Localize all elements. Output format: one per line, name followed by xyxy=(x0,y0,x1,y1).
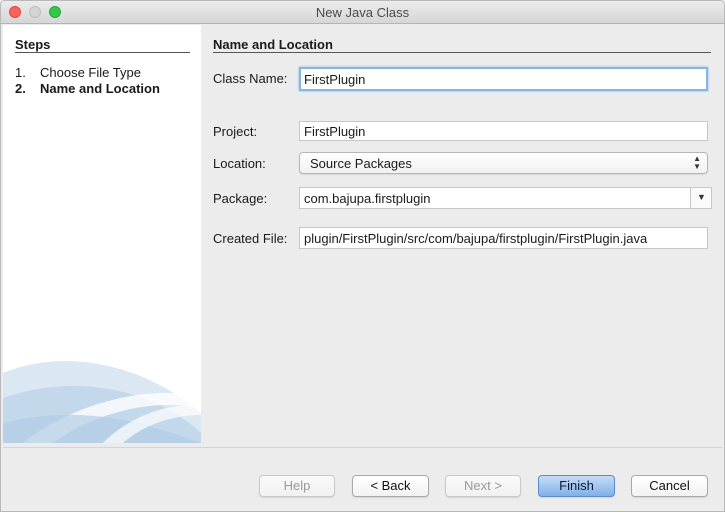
package-value: com.bajupa.firstplugin xyxy=(304,191,431,206)
class-name-input[interactable]: FirstPlugin xyxy=(299,67,708,91)
cancel-button[interactable]: Cancel xyxy=(631,475,708,497)
package-dropdown-button[interactable]: ▼ xyxy=(690,188,711,208)
project-field: FirstPlugin xyxy=(299,121,708,141)
step-name-and-location: 2. Name and Location xyxy=(15,81,160,96)
package-combobox[interactable]: com.bajupa.firstplugin ▼ xyxy=(299,187,712,209)
step-number: 1. xyxy=(15,65,26,80)
title-bar: New Java Class xyxy=(1,1,724,24)
steps-divider xyxy=(15,52,190,53)
package-label: Package: xyxy=(213,191,268,206)
up-down-arrows-icon: ▲ ▼ xyxy=(693,154,701,171)
window-title: New Java Class xyxy=(315,5,410,20)
location-label: Location: xyxy=(213,156,266,171)
project-label: Project: xyxy=(213,124,258,139)
section-title: Name and Location xyxy=(213,37,333,52)
step-label: Name and Location xyxy=(40,81,160,96)
next-button[interactable]: Next > xyxy=(445,475,521,497)
location-selected-value: Source Packages xyxy=(310,156,412,171)
location-select[interactable]: Source Packages ▲ ▼ xyxy=(299,152,708,174)
step-number: 2. xyxy=(15,81,26,96)
created-file-label: Created File: xyxy=(213,231,288,246)
created-file-field: plugin/FirstPlugin/src/com/bajupa/firstp… xyxy=(299,227,708,249)
back-button[interactable]: < Back xyxy=(352,475,429,497)
help-button[interactable]: Help xyxy=(259,475,335,497)
chevron-down-icon: ▼ xyxy=(697,192,706,202)
wizard-banner-graphic xyxy=(3,361,201,443)
section-divider xyxy=(213,52,711,53)
step-label: Choose File Type xyxy=(40,65,141,80)
step-choose-file-type: 1. Choose File Type xyxy=(15,65,141,80)
class-name-label: Class Name: xyxy=(213,71,288,86)
steps-title: Steps xyxy=(15,37,51,52)
steps-panel: Steps 1. Choose File Type 2. Name and Loca… xyxy=(3,25,201,443)
name-and-location-panel: Name and Location Class Name: FirstPlugi… xyxy=(201,25,724,445)
new-java-class-dialog: New Java Class Steps 1. Choose File Type … xyxy=(0,0,725,512)
footer-divider xyxy=(3,447,722,448)
finish-button[interactable]: Finish xyxy=(538,475,615,497)
